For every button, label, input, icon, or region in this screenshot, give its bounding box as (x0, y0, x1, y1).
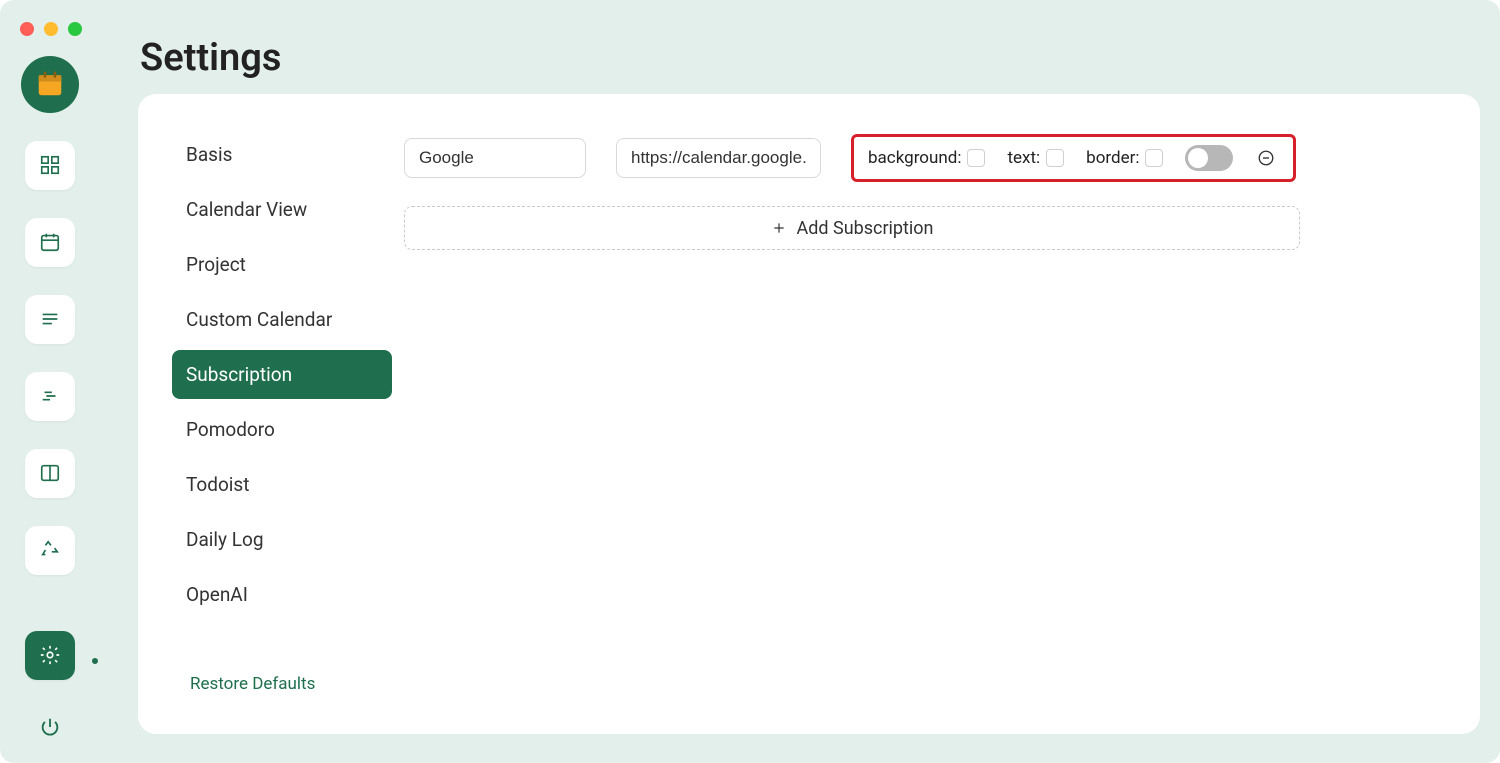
subscription-name-input[interactable] (404, 138, 586, 178)
app-logo[interactable] (21, 56, 79, 113)
recycle-icon (39, 539, 61, 561)
settings-nav-openai[interactable]: OpenAI (172, 570, 392, 619)
settings-nav-calendar-view[interactable]: Calendar View (172, 185, 392, 234)
sidebar-nav-recycle[interactable] (25, 526, 75, 575)
settings-nav-basis[interactable]: Basis (172, 130, 392, 179)
border-color-field[interactable]: border: (1086, 148, 1163, 168)
plus-icon (771, 220, 787, 236)
sidebar-power[interactable] (30, 708, 70, 747)
remove-subscription-button[interactable] (1255, 147, 1277, 169)
border-label: border: (1086, 148, 1139, 168)
app-window: Settings Basis Calendar View Project Cus… (0, 0, 1500, 763)
sidebar-nav-calendar[interactable] (25, 218, 75, 267)
sidebar-nav-settings[interactable] (25, 631, 75, 680)
settings-nav-project[interactable]: Project (172, 240, 392, 289)
sidebar-nav-gantt[interactable] (25, 372, 75, 421)
list-icon (39, 308, 61, 330)
restore-defaults-link[interactable]: Restore Defaults (190, 674, 315, 694)
settings-nav-todoist[interactable]: Todoist (172, 460, 392, 509)
gantt-icon (39, 385, 61, 407)
sidebar (0, 0, 100, 763)
settings-nav: Basis Calendar View Project Custom Calen… (172, 130, 392, 625)
calendar-app-icon (35, 69, 65, 99)
text-label: text: (1007, 148, 1040, 168)
settings-nav-daily-log[interactable]: Daily Log (172, 515, 392, 564)
subscription-toggle[interactable] (1185, 145, 1233, 171)
split-icon (39, 462, 61, 484)
gear-icon (39, 644, 61, 666)
border-swatch[interactable] (1145, 149, 1163, 167)
active-indicator-dot (92, 658, 98, 664)
page-title: Settings (140, 36, 281, 80)
background-color-field[interactable]: background: (868, 148, 985, 168)
sidebar-nav-split[interactable] (25, 449, 75, 498)
settings-nav-custom-calendar[interactable]: Custom Calendar (172, 295, 392, 344)
settings-nav-subscription[interactable]: Subscription (172, 350, 392, 399)
settings-panel: Basis Calendar View Project Custom Calen… (138, 94, 1480, 734)
sidebar-nav-dashboard[interactable] (25, 141, 75, 190)
settings-nav-pomodoro[interactable]: Pomodoro (172, 405, 392, 454)
subscription-style-group: background: text: border: (851, 134, 1296, 182)
dashboard-icon (39, 154, 61, 176)
background-label: background: (868, 148, 961, 168)
text-color-field[interactable]: text: (1007, 148, 1064, 168)
sidebar-nav-list[interactable] (25, 295, 75, 344)
subscription-url-input[interactable] (616, 138, 821, 178)
text-swatch[interactable] (1046, 149, 1064, 167)
minus-circle-icon (1257, 149, 1275, 167)
add-subscription-label: Add Subscription (797, 218, 934, 239)
calendar-icon (39, 231, 61, 253)
power-icon (39, 716, 61, 738)
settings-content: background: text: border: (404, 134, 1440, 250)
background-swatch[interactable] (967, 149, 985, 167)
add-subscription-button[interactable]: Add Subscription (404, 206, 1300, 250)
subscription-row: background: text: border: (404, 134, 1440, 182)
